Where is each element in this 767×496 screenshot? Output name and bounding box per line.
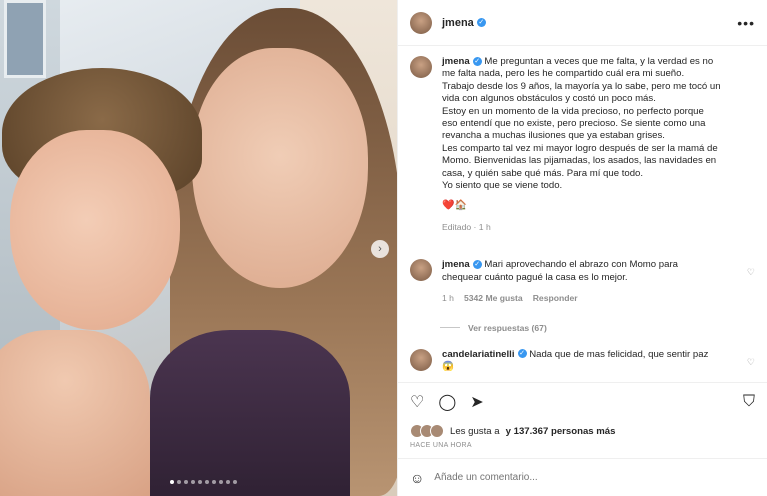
carousel-dots <box>170 480 237 484</box>
comment-input[interactable] <box>434 472 735 483</box>
carousel-dot-active <box>170 480 174 484</box>
verified-badge-icon: ✓ <box>517 349 527 359</box>
photo-kid-body <box>0 330 150 496</box>
comment-meta: 1 h 5342 Me gusta Responder <box>442 292 732 304</box>
photo-mom-shirt <box>150 330 350 496</box>
comment-body: jmena ✓ Mari aprovechando el abrazo con M… <box>442 259 732 304</box>
verified-badge-icon: ✓ <box>472 56 482 66</box>
photo-mom-face <box>192 48 368 288</box>
carousel-dot <box>191 480 195 484</box>
comment-likes[interactable]: 5342 Me gusta <box>464 292 523 304</box>
carousel-dot <box>198 480 202 484</box>
photo-kid-face <box>10 130 180 330</box>
instagram-post: › jmena ✓ ••• jmena ✓ Me preguntan a vec… <box>0 0 767 496</box>
caption-line: Me preguntan a veces que me falta, y la … <box>484 56 714 67</box>
comment-username[interactable]: jmena <box>442 259 470 270</box>
comment-text: 😱 <box>442 360 454 372</box>
view-replies-label: Ver respuestas (67) <box>468 322 547 333</box>
carousel-dot <box>184 480 188 484</box>
comment: candelariatinelli ✓ Nada que de mas felic… <box>410 348 755 374</box>
heart-icon[interactable]: ♡ <box>410 392 424 412</box>
caption-text: jmena ✓ Me preguntan a veces que me falta… <box>442 56 721 233</box>
avatar[interactable] <box>410 259 432 282</box>
verified-badge-icon: ✓ <box>476 18 486 27</box>
likes-suffix: y 137.367 personas más <box>505 425 616 437</box>
post-timestamp: HACE UNA HORA <box>410 442 472 449</box>
avatar[interactable] <box>410 11 432 34</box>
like-comment-icon[interactable]: ♡ <box>747 357 755 368</box>
comment: jmena ✓ Mari aprovechando el abrazo con M… <box>410 259 755 304</box>
caption-emojis: ❤️🏠 <box>442 200 467 212</box>
carousel-dot <box>233 480 237 484</box>
verified-badge-icon: ✓ <box>472 260 482 270</box>
carousel-dot <box>205 480 209 484</box>
caption-username[interactable]: jmena <box>442 56 470 67</box>
caption-line: revancha a muchas ilusiones que ya estab… <box>442 130 665 142</box>
share-icon[interactable]: ➤ <box>470 392 483 412</box>
caption-line: casa, y quién sabe qué más. Para mí que … <box>442 167 644 179</box>
replies-divider <box>440 327 460 328</box>
avatar[interactable] <box>410 348 432 371</box>
likes-prefix: Les gusta a <box>450 425 500 437</box>
emoji-icon[interactable]: ☺ <box>410 470 424 486</box>
comment-text: Nada que de mas felicidad, que sentir pa… <box>529 348 709 360</box>
carousel-dot <box>226 480 230 484</box>
caption-line: Estoy en un momento de la vida precioso,… <box>442 105 704 117</box>
edited-label: Editado · 1 h <box>442 221 491 232</box>
caption-line: Les comparto tal vez mi mayor logro desp… <box>442 142 718 154</box>
add-comment-bar: ☺ <box>398 458 767 496</box>
caption: jmena ✓ Me preguntan a veces que me falta… <box>410 56 755 233</box>
photo-frame <box>4 0 46 78</box>
caption-line: me falta nada, pero les he compartido cu… <box>442 68 685 80</box>
post-photo[interactable]: › <box>0 0 397 496</box>
caption-line: Momo. Bienvenidas las pijamadas, los asa… <box>442 155 717 167</box>
likes-summary[interactable]: Les gusta a y 137.367 personas más <box>398 420 767 442</box>
caption-line: Trabajo desde los 9 años, la mayoría ya … <box>442 80 721 92</box>
post-side-panel: jmena ✓ ••• jmena ✓ Me preguntan a veces … <box>397 0 767 496</box>
bookmark-icon[interactable]: ⛉ <box>743 393 755 411</box>
avatar <box>430 424 444 438</box>
comment-text: Mari aprovechando el abrazo con Momo par… <box>484 259 678 271</box>
header-username[interactable]: jmena <box>442 17 474 29</box>
action-bar: ♡ ◯ ➤ ⛉ <box>398 382 767 420</box>
caption-line: Yo siento que se viene todo. <box>442 180 563 192</box>
post-header: jmena ✓ ••• <box>398 0 767 46</box>
more-horizontal-icon[interactable]: ••• <box>737 15 755 31</box>
comment-body: candelariatinelli ✓ Nada que de mas felic… <box>442 349 732 374</box>
comment-text: chequear cuánto pagué la casa es lo mejo… <box>442 271 628 283</box>
carousel-dot <box>212 480 216 484</box>
comments-section: jmena ✓ Me preguntan a veces que me falta… <box>398 46 767 382</box>
carousel-dot <box>177 480 181 484</box>
avatar[interactable] <box>410 56 432 78</box>
carousel-dot <box>219 480 223 484</box>
view-replies-button[interactable]: Ver respuestas (67) <box>440 323 755 333</box>
caption-line: vida con algunos obstáculos y costó un p… <box>442 93 656 105</box>
caption-line: eso entendí que no existe, pero precioso… <box>442 118 706 130</box>
comment-time: 1 h <box>442 293 454 304</box>
chevron-right-icon[interactable]: › <box>371 240 389 258</box>
likes-avatars <box>410 424 444 438</box>
comment-username[interactable]: candelariatinelli <box>442 349 515 360</box>
reply-button[interactable]: Responder <box>533 292 578 304</box>
like-comment-icon[interactable]: ♡ <box>747 267 755 278</box>
comment-icon[interactable]: ◯ <box>438 392 456 412</box>
